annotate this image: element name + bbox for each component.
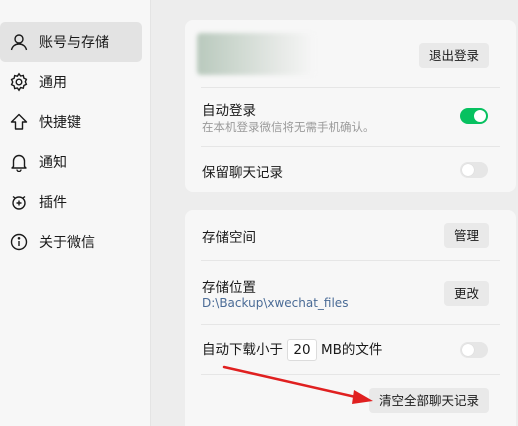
change-location-button[interactable]: 更改 bbox=[443, 281, 489, 306]
auto-download-row: 自动下载小于 20 MB的文件 bbox=[202, 338, 382, 361]
toggle-knob bbox=[462, 164, 474, 176]
bell-icon bbox=[9, 152, 29, 172]
sidebar-item-plugins[interactable]: 插件 bbox=[0, 182, 142, 222]
keep-history-toggle[interactable] bbox=[460, 162, 488, 178]
sidebar-item-shortcuts[interactable]: 快捷键 bbox=[0, 102, 142, 142]
divider bbox=[201, 324, 500, 325]
auto-login-description: 在本机登录微信将无需手机确认。 bbox=[202, 120, 375, 134]
person-icon bbox=[9, 32, 29, 52]
gear-icon bbox=[9, 72, 29, 92]
storage-path: D:\Backup\xwechat_files bbox=[202, 296, 349, 310]
sidebar-item-about[interactable]: 关于微信 bbox=[0, 222, 142, 262]
divider bbox=[201, 260, 500, 261]
storage-card: 存储空间 管理 存储位置 D:\Backup\xwechat_files 更改 … bbox=[185, 210, 516, 426]
account-card: 退出登录 自动登录 在本机登录微信将无需手机确认。 保留聊天记录 bbox=[185, 20, 516, 192]
toggle-knob bbox=[474, 110, 486, 122]
sidebar-item-label: 通知 bbox=[39, 155, 67, 171]
storage-location-label: 存储位置 bbox=[202, 280, 256, 296]
clear-all-chat-history-button[interactable]: 清空全部聊天记录 bbox=[368, 388, 489, 413]
auto-download-size-input[interactable]: 20 bbox=[287, 339, 317, 361]
arrow-up-icon bbox=[9, 112, 29, 132]
sidebar-item-notifications[interactable]: 通知 bbox=[0, 142, 142, 182]
manage-storage-button[interactable]: 管理 bbox=[443, 223, 489, 248]
sidebar-item-label: 关于微信 bbox=[39, 235, 95, 251]
divider bbox=[201, 146, 500, 147]
info-icon bbox=[9, 232, 29, 252]
toggle-knob bbox=[462, 344, 474, 356]
logout-button[interactable]: 退出登录 bbox=[418, 43, 489, 68]
sidebar-item-account-storage[interactable]: 账号与存储 bbox=[0, 22, 142, 62]
settings-content: 退出登录 自动登录 在本机登录微信将无需手机确认。 保留聊天记录 存储空间 管理… bbox=[152, 0, 518, 426]
auto-login-label: 自动登录 bbox=[202, 103, 256, 119]
avatar bbox=[197, 33, 315, 75]
keep-history-label: 保留聊天记录 bbox=[202, 165, 283, 181]
sidebar-item-label: 快捷键 bbox=[39, 115, 81, 131]
sidebar-item-label: 账号与存储 bbox=[39, 35, 109, 51]
auto-download-toggle[interactable] bbox=[460, 342, 488, 358]
divider bbox=[201, 374, 500, 375]
sidebar-item-general[interactable]: 通用 bbox=[0, 62, 142, 102]
auto-login-toggle[interactable] bbox=[460, 108, 488, 124]
settings-sidebar: 账号与存储 通用 快捷键 通知 插件 关于微信 bbox=[0, 0, 151, 426]
storage-space-label: 存储空间 bbox=[202, 230, 256, 246]
auto-download-prefix: 自动下载小于 bbox=[202, 342, 283, 358]
sidebar-item-label: 通用 bbox=[39, 75, 67, 91]
sidebar-item-label: 插件 bbox=[39, 195, 67, 211]
plugin-icon bbox=[9, 192, 29, 212]
divider bbox=[201, 87, 500, 88]
auto-download-suffix: MB的文件 bbox=[321, 342, 383, 358]
